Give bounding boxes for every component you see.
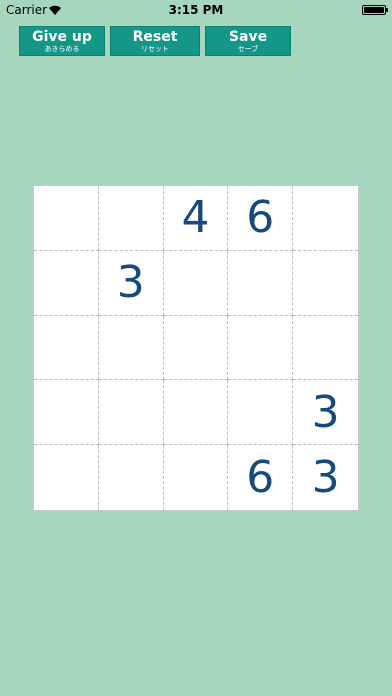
board-cell[interactable]: 4 (163, 186, 229, 251)
give-up-label: Give up (32, 28, 92, 45)
board-cell[interactable]: 3 (98, 250, 164, 316)
save-button[interactable]: Save セーブ (205, 26, 291, 56)
board-cell[interactable] (34, 380, 99, 446)
board-cell[interactable] (163, 380, 229, 446)
status-bar: Carrier 3:15 PM (0, 0, 392, 20)
board-cell[interactable] (228, 315, 294, 381)
give-up-button[interactable]: Give up あきらめる (19, 26, 105, 56)
puzzle-board: 463363 (33, 185, 359, 511)
reset-button[interactable]: Reset リセット (110, 26, 200, 56)
board-cell[interactable] (34, 186, 99, 251)
board-cell[interactable] (98, 380, 164, 446)
board-cell[interactable]: 6 (228, 186, 294, 251)
board-cell[interactable] (293, 186, 358, 251)
board-cell[interactable] (98, 186, 164, 251)
board-cell[interactable] (293, 251, 358, 316)
board-cell[interactable]: 3 (293, 380, 358, 446)
save-label: Save (228, 28, 268, 45)
board-cell[interactable] (34, 445, 99, 510)
reset-sublabel: リセット (141, 44, 169, 53)
board-cell[interactable] (98, 315, 164, 381)
board-cell[interactable]: 3 (293, 445, 358, 510)
board-cell[interactable]: 6 (228, 445, 294, 510)
board-cell[interactable] (163, 250, 229, 316)
board-cell[interactable] (34, 315, 99, 381)
board-cell[interactable] (228, 380, 294, 446)
battery-level (364, 7, 384, 13)
board-cell[interactable] (99, 445, 164, 510)
board-cell[interactable] (228, 250, 294, 316)
toolbar: Give up あきらめる Reset リセット Save セーブ (19, 26, 291, 56)
reset-label: Reset (132, 28, 178, 45)
save-sublabel: セーブ (237, 44, 259, 53)
board-cell[interactable] (34, 250, 99, 316)
clock: 3:15 PM (168, 3, 224, 17)
board-cell[interactable] (293, 316, 358, 381)
give-up-sublabel: あきらめる (44, 44, 80, 53)
battery-icon (362, 5, 388, 15)
board-cell[interactable] (163, 315, 229, 381)
board-cell[interactable] (164, 445, 229, 510)
